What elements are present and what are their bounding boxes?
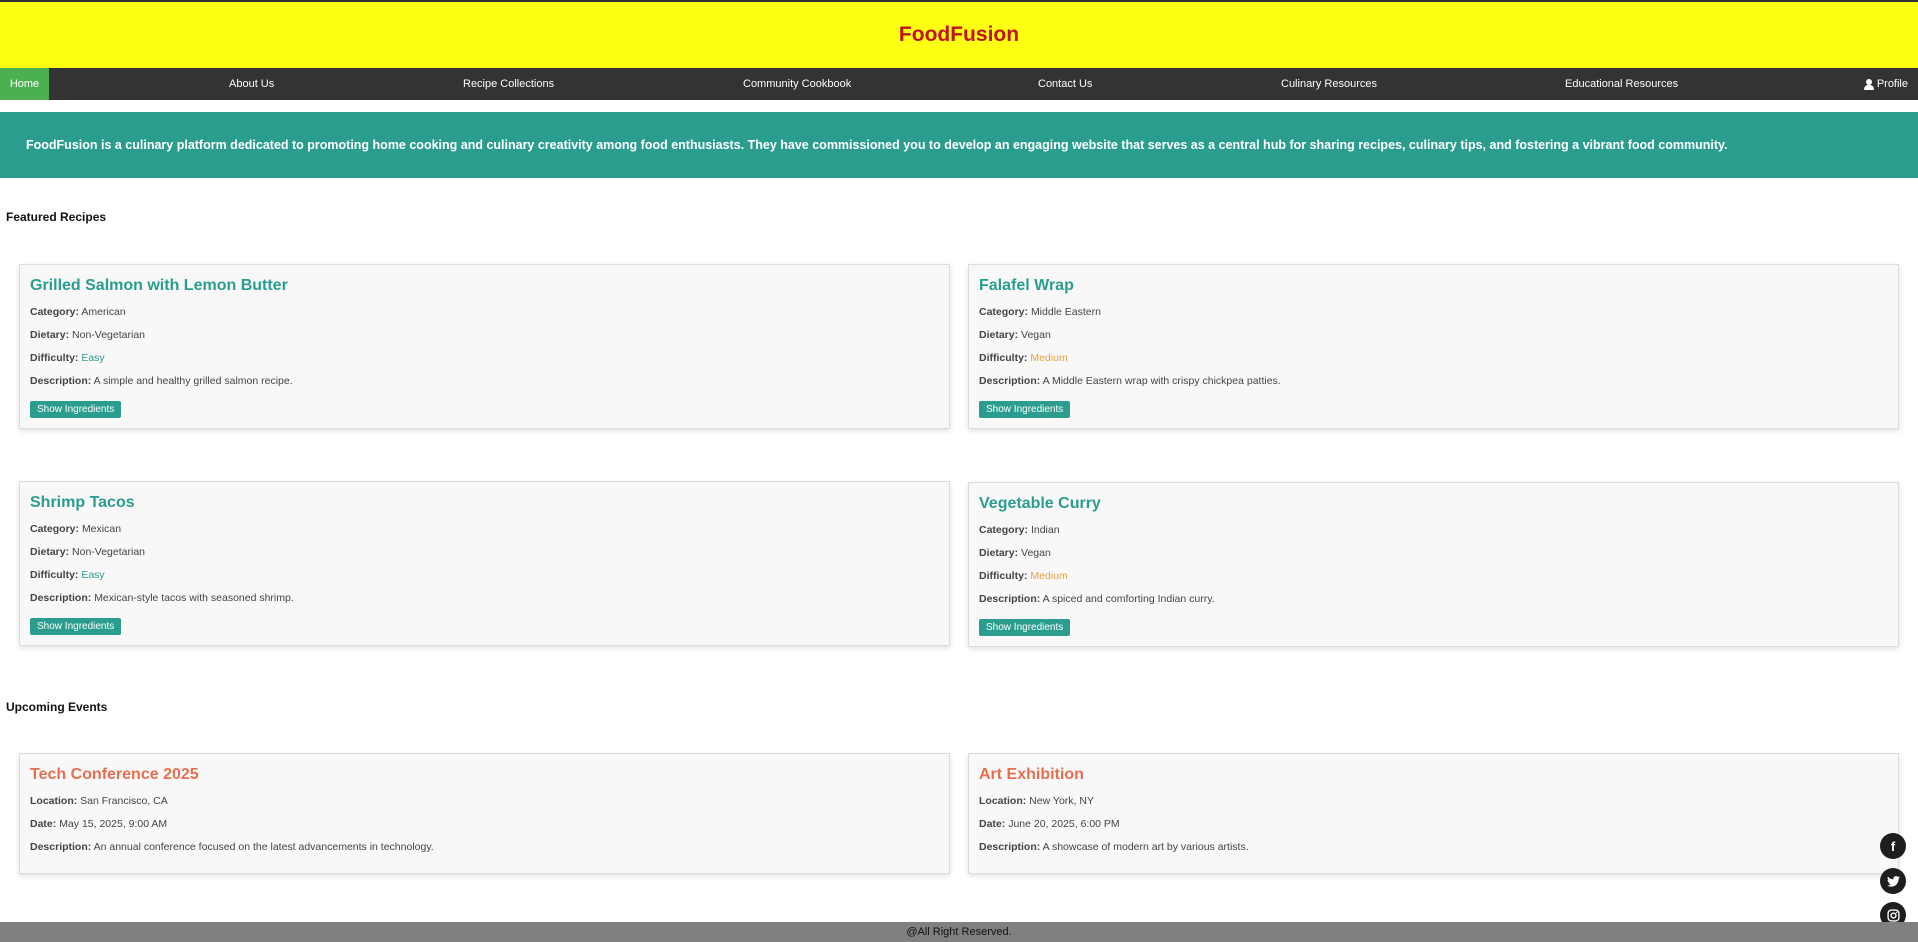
recipe-category: Category: Middle Eastern — [979, 306, 1101, 318]
nav-profile-label: Profile — [1876, 78, 1908, 90]
main-nav: Home About Us Recipe Collections Communi… — [0, 68, 1918, 100]
recipe-name: Vegetable Curry — [979, 495, 1101, 512]
site-footer: @All Right Reserved. — [0, 922, 1918, 942]
twitter-icon[interactable] — [1880, 868, 1906, 894]
event-name: Tech Conference 2025 — [30, 766, 199, 783]
recipe-description: Description: Mexican-style tacos with se… — [30, 592, 294, 604]
show-ingredients-button[interactable]: Show Ingredients — [30, 401, 122, 418]
recipe-category: Category: American — [30, 306, 126, 318]
recipe-card: Falafel Wrap Category: Middle Eastern Di… — [968, 264, 1899, 429]
event-name: Art Exhibition — [979, 766, 1084, 783]
recipe-card: Shrimp Tacos Category: Mexican Dietary: … — [19, 481, 950, 646]
intro-text: FoodFusion is a culinary platform dedica… — [26, 138, 1728, 152]
instagram-glyph-icon — [1886, 908, 1900, 922]
recipe-category: Category: Mexican — [30, 523, 122, 535]
event-card: Art Exhibition Location: New York, NY Da… — [968, 753, 1899, 874]
event-description: Description: A showcase of modern art by… — [979, 841, 1249, 853]
show-ingredients-button[interactable]: Show Ingredients — [979, 619, 1071, 636]
nav-educational-resources[interactable]: Educational Resources — [1565, 68, 1678, 100]
featured-recipes-title: Featured Recipes — [6, 210, 107, 224]
twitter-bird-icon — [1886, 875, 1900, 887]
recipe-dietary: Dietary: Vegan — [979, 547, 1051, 559]
event-location: Location: New York, NY — [979, 795, 1094, 807]
event-description: Description: An annual conference focuse… — [30, 841, 434, 853]
recipe-description: Description: A spiced and comforting Ind… — [979, 593, 1215, 605]
recipe-dietary: Dietary: Non-Vegetarian — [30, 329, 145, 341]
nav-contact[interactable]: Contact Us — [1038, 68, 1092, 100]
recipe-dietary: Dietary: Vegan — [979, 329, 1051, 341]
facebook-icon[interactable]: f — [1880, 833, 1906, 859]
site-header: FoodFusion — [0, 0, 1918, 68]
recipe-dietary: Dietary: Non-Vegetarian — [30, 546, 145, 558]
event-date: Date: May 15, 2025, 9:00 AM — [30, 818, 168, 830]
nav-about[interactable]: About Us — [229, 68, 274, 100]
event-location: Location: San Francisco, CA — [30, 795, 168, 807]
recipe-difficulty: Difficulty: Medium — [979, 570, 1068, 582]
recipe-name: Falafel Wrap — [979, 277, 1074, 294]
nav-profile[interactable]: Profile — [1863, 68, 1908, 100]
recipe-difficulty: Difficulty: Easy — [30, 569, 105, 581]
recipe-description: Description: A Middle Eastern wrap with … — [979, 375, 1281, 387]
recipe-name: Grilled Salmon with Lemon Butter — [30, 277, 288, 294]
user-icon — [1863, 78, 1874, 90]
nav-community-cookbook[interactable]: Community Cookbook — [743, 68, 851, 100]
recipe-name: Shrimp Tacos — [30, 494, 135, 511]
recipe-difficulty: Difficulty: Easy — [30, 352, 105, 364]
recipe-card: Grilled Salmon with Lemon Butter Categor… — [19, 264, 950, 429]
recipe-difficulty: Difficulty: Medium — [979, 352, 1068, 364]
event-card: Tech Conference 2025 Location: San Franc… — [19, 753, 950, 874]
recipe-card: Vegetable Curry Category: Indian Dietary… — [968, 482, 1899, 647]
show-ingredients-button[interactable]: Show Ingredients — [30, 618, 122, 635]
nav-recipe-collections[interactable]: Recipe Collections — [463, 68, 554, 100]
upcoming-events-title: Upcoming Events — [6, 700, 108, 714]
recipe-description: Description: A simple and healthy grille… — [30, 375, 293, 387]
nav-home[interactable]: Home — [0, 68, 49, 100]
recipe-category: Category: Indian — [979, 524, 1060, 536]
site-title: FoodFusion — [898, 23, 1020, 46]
footer-text: @All Right Reserved. — [906, 926, 1012, 938]
intro-banner: FoodFusion is a culinary platform dedica… — [0, 112, 1918, 178]
nav-culinary-resources[interactable]: Culinary Resources — [1281, 68, 1377, 100]
event-date: Date: June 20, 2025, 6:00 PM — [979, 818, 1120, 830]
show-ingredients-button[interactable]: Show Ingredients — [979, 401, 1071, 418]
